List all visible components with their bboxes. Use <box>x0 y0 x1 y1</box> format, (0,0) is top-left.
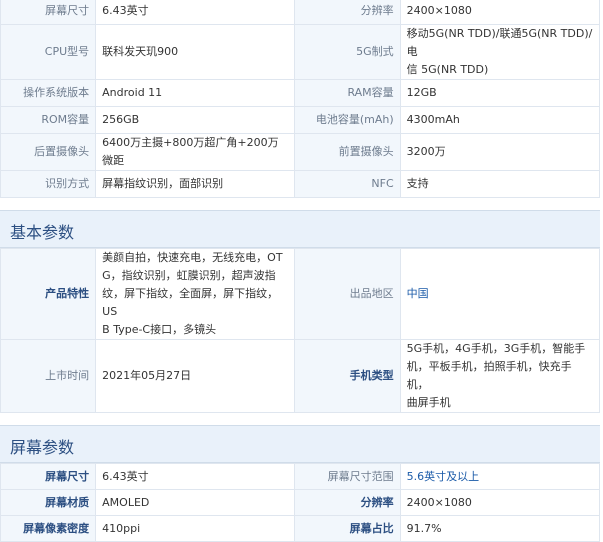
spec-value-line: 纹，屏下指纹，全面屏，屏下指纹，US <box>102 287 279 318</box>
spec-key: 上市时间 <box>0 339 97 413</box>
spec-key: 屏幕占比 <box>294 515 401 542</box>
spec-value: 联科发天玑900 <box>95 24 296 80</box>
spec-value: 12GB <box>399 79 601 107</box>
spec-value: 移动5G(NR TDD)/联通5G(NR TDD)/电信 5G(NR TDD) <box>399 24 601 80</box>
spec-row: 后置摄像头 6400万主摄+800万超广角+200万微距 前置摄像头 3200万 <box>0 133 601 171</box>
spec-value: 6.43英寸 <box>95 0 296 25</box>
spec-key: ROM容量 <box>0 106 97 134</box>
spec-key: 操作系统版本 <box>0 79 97 107</box>
spec-key: 后置摄像头 <box>0 133 97 171</box>
spec-key: 前置摄像头 <box>294 133 401 171</box>
spec-row: 屏幕尺寸 6.43英寸 分辨率 2400×1080 <box>0 0 601 25</box>
spec-value-line: 信 5G(NR TDD) <box>406 63 489 76</box>
spec-value: 2400×1080 <box>399 0 601 25</box>
spec-key: NFC <box>294 170 401 198</box>
spec-key: 产品特性 <box>0 248 97 340</box>
spec-key: 屏幕材质 <box>0 489 97 516</box>
spec-value: 410ppi <box>95 515 296 542</box>
spec-value-line: 5G手机，4G手机，3G手机，智能手 <box>406 342 586 355</box>
spec-key: 屏幕像素密度 <box>0 515 97 542</box>
spec-value: AMOLED <box>95 489 296 516</box>
spec-value-line: 曲屏手机 <box>406 396 451 409</box>
section-header-basic: 基本参数 <box>0 210 600 248</box>
spec-value: 支持 <box>399 170 601 198</box>
spec-row: 产品特性 美颜自拍，快速充电，无线充电，OT G，指纹识别，虹膜识别，超声波指 … <box>0 248 601 340</box>
screen-size-range-link[interactable]: 5.6英寸及以上 <box>399 463 601 490</box>
spec-key: 屏幕尺寸范围 <box>294 463 401 490</box>
spec-key: 出品地区 <box>294 248 401 340</box>
spec-value: 6.43英寸 <box>95 463 296 490</box>
spec-value: 256GB <box>95 106 296 134</box>
spec-value-line: 移动5G(NR TDD)/联通5G(NR TDD)/电 <box>406 27 593 58</box>
spec-value-line: 机，平板手机，拍照手机，快充手机， <box>406 360 572 391</box>
spec-key: CPU型号 <box>0 24 97 80</box>
spec-key: 屏幕尺寸 <box>0 0 97 25</box>
spec-row: CPU型号 联科发天玑900 5G制式 移动5G(NR TDD)/联通5G(NR… <box>0 24 601 80</box>
spec-key: 分辨率 <box>294 489 401 516</box>
spec-row: 上市时间 2021年05月27日 手机类型 5G手机，4G手机，3G手机，智能手… <box>0 339 601 413</box>
section-header-screen: 屏幕参数 <box>0 425 600 463</box>
spec-value: 3200万 <box>399 133 601 171</box>
spec-key: 电池容量(mAh) <box>294 106 401 134</box>
spec-key: RAM容量 <box>294 79 401 107</box>
section-title: 屏幕参数 <box>10 438 75 457</box>
spec-row: 屏幕材质 AMOLED 分辨率 2400×1080 <box>0 489 601 516</box>
spec-value: 2400×1080 <box>399 489 601 516</box>
basic-params-table: 产品特性 美颜自拍，快速充电，无线充电，OT G，指纹识别，虹膜识别，超声波指 … <box>0 248 601 413</box>
spec-key: 识别方式 <box>0 170 97 198</box>
spec-row: 操作系统版本 Android 11 RAM容量 12GB <box>0 79 601 107</box>
spec-value: 91.7% <box>399 515 601 542</box>
section-title: 基本参数 <box>10 223 75 242</box>
spec-row: ROM容量 256GB 电池容量(mAh) 4300mAh <box>0 106 601 134</box>
spec-value: 5G手机，4G手机，3G手机，智能手 机，平板手机，拍照手机，快充手机， 曲屏手… <box>399 339 601 413</box>
spec-value-line: 美颜自拍，快速充电，无线充电，OT <box>102 251 283 264</box>
spec-key: 分辨率 <box>294 0 401 25</box>
origin-link[interactable]: 中国 <box>399 248 601 340</box>
spec-key: 手机类型 <box>294 339 401 413</box>
spec-value: 美颜自拍，快速充电，无线充电，OT G，指纹识别，虹膜识别，超声波指 纹，屏下指… <box>95 248 296 340</box>
spec-value: Android 11 <box>95 79 296 107</box>
spec-value-line: B Type-C接口，多镜头 <box>102 323 217 336</box>
spec-row: 屏幕尺寸 6.43英寸 屏幕尺寸范围 5.6英寸及以上 <box>0 463 601 490</box>
spec-value-line: G，指纹识别，虹膜识别，超声波指 <box>102 269 276 282</box>
spec-value: 屏幕指纹识别，面部识别 <box>95 170 296 198</box>
spec-row: 屏幕像素密度 410ppi 屏幕占比 91.7% <box>0 515 601 542</box>
spec-value: 4300mAh <box>399 106 601 134</box>
spec-value: 2021年05月27日 <box>95 339 296 413</box>
spec-key: 5G制式 <box>294 24 401 80</box>
spec-key: 屏幕尺寸 <box>0 463 97 490</box>
spec-summary-table: 屏幕尺寸 6.43英寸 分辨率 2400×1080 CPU型号 联科发天玑900… <box>0 0 601 198</box>
spec-row: 识别方式 屏幕指纹识别，面部识别 NFC 支持 <box>0 170 601 198</box>
screen-params-table: 屏幕尺寸 6.43英寸 屏幕尺寸范围 5.6英寸及以上 屏幕材质 AMOLED … <box>0 463 601 542</box>
spec-value: 6400万主摄+800万超广角+200万微距 <box>95 133 296 171</box>
